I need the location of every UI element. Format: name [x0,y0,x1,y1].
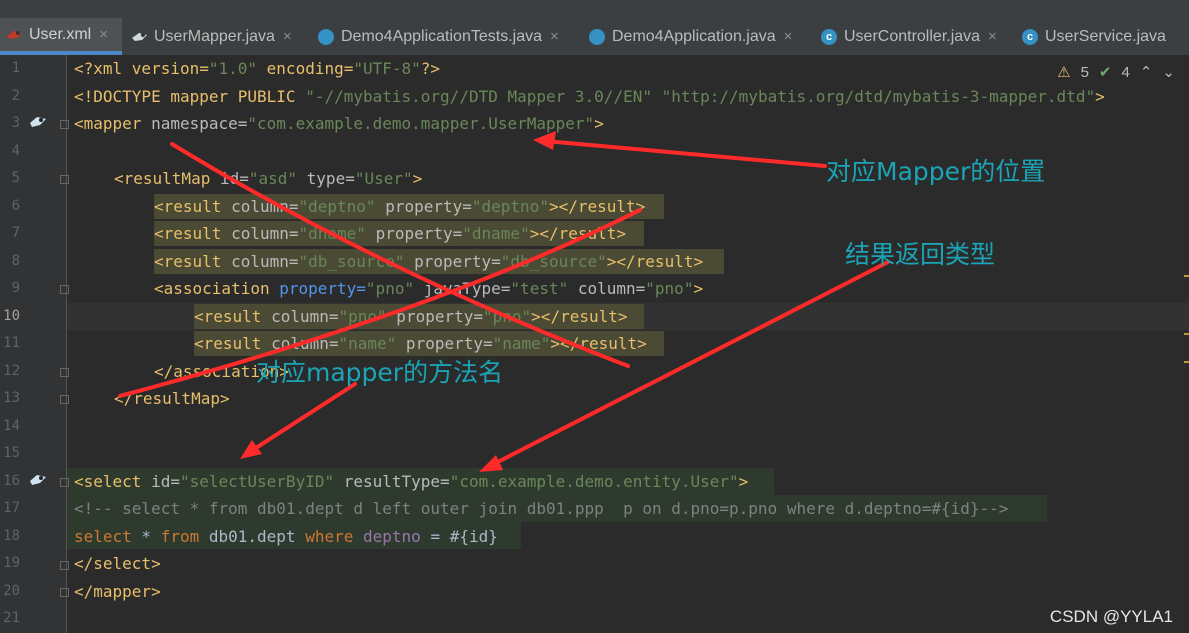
annotation-result-type: 结果返回类型 [845,240,996,269]
arrow-line [543,139,827,168]
annotation-mapper-position: 对应Mapper的位置 [826,157,1046,186]
markup-overlay [118,131,890,472]
arrowhead [479,455,503,472]
watermark: CSDN @YYLA1 [1049,607,1173,626]
cross-stroke [170,142,630,368]
arrow-line [243,382,357,457]
arrowhead [533,131,556,150]
arrowhead [240,440,262,459]
arrow-line [488,260,890,468]
annotation-method-name: 对应mapper的方法名 [256,358,504,387]
